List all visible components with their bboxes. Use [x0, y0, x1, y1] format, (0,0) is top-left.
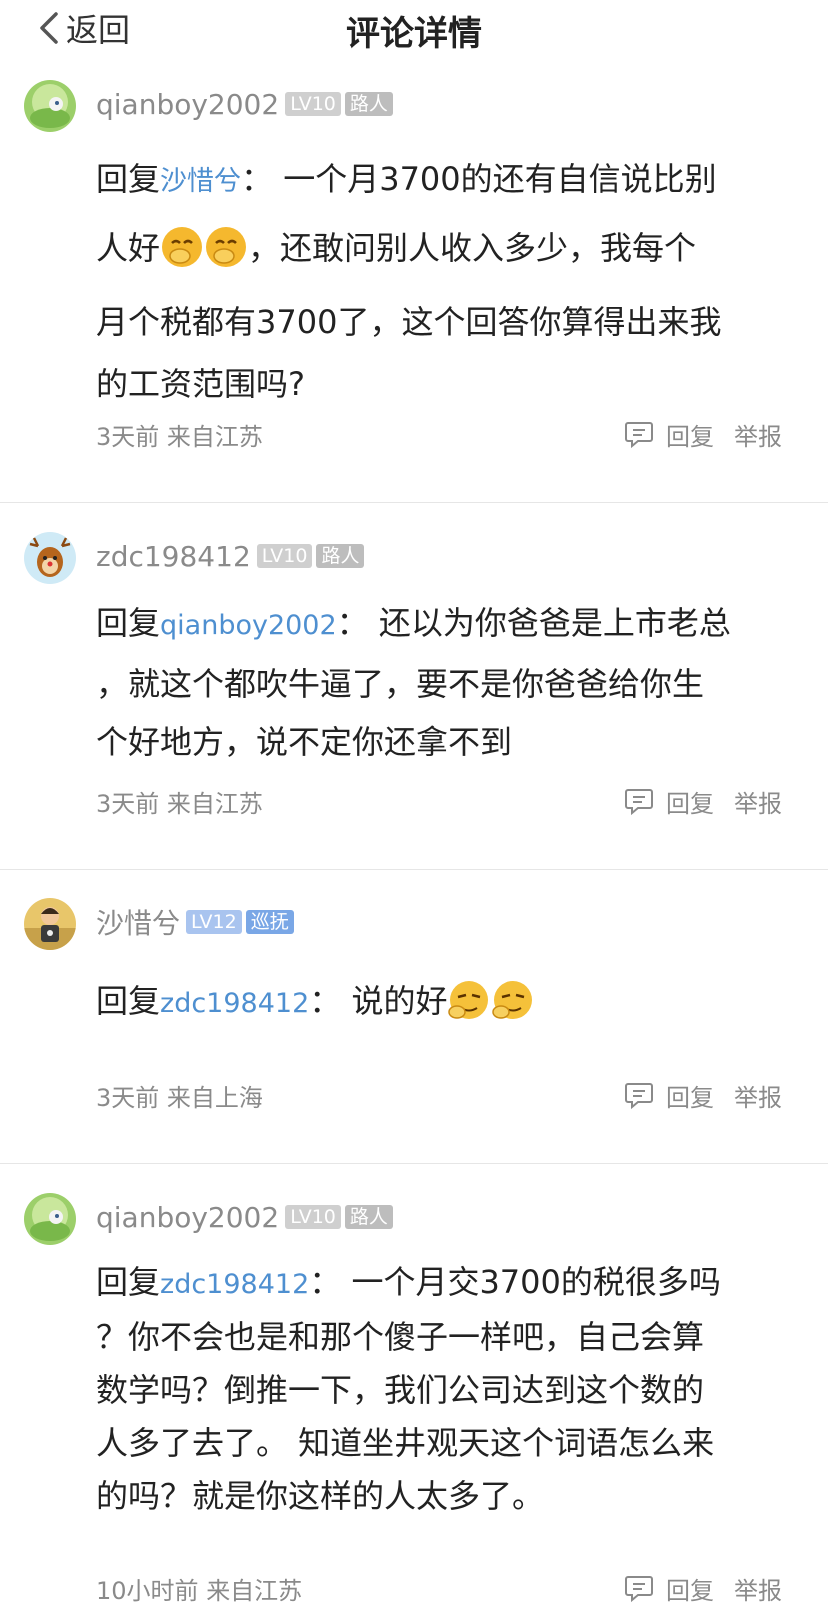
timestamp: 3天前: [96, 422, 160, 451]
comment-bubble-icon: [625, 1576, 653, 1603]
reply-prefix: 回复: [96, 604, 161, 642]
reply-label: 回复: [666, 1576, 714, 1605]
time-location: 3天前 来自江苏: [96, 417, 263, 452]
reply-prefix: 回复: [96, 982, 161, 1020]
role-badge: 路人: [344, 1205, 393, 1229]
comment-text-line: ，还敢问别人收入多少，我每个: [248, 229, 697, 267]
level-badge: LV12: [186, 910, 242, 934]
comment-text-line: ，就这个都吹牛逼了，要不是你爸爸给你生: [96, 665, 705, 703]
comment-text-line: 个好地方，说不定你还拿不到: [96, 723, 513, 761]
reply-label: 回复: [666, 1083, 714, 1112]
report-button[interactable]: 举报: [734, 1078, 782, 1113]
avatar[interactable]: [24, 898, 76, 950]
comment-bubble-icon: [625, 1083, 653, 1110]
mention-link[interactable]: qianboy2002: [160, 610, 337, 641]
mention-link[interactable]: zdc198412: [160, 988, 309, 1019]
comment-meta: qianboy2002 LV10 路人: [96, 1197, 393, 1237]
comment-footer: 3天前 来自上海 回复 举报: [96, 1075, 782, 1115]
reply-button[interactable]: 回复: [624, 1078, 714, 1113]
location: 来自上海: [166, 1083, 263, 1112]
level-badge: LV10: [285, 1205, 341, 1229]
username[interactable]: zdc198412: [96, 540, 251, 573]
divider: [0, 502, 828, 503]
mention-link[interactable]: 沙惜兮: [160, 166, 241, 197]
reply-button[interactable]: 回复: [624, 1571, 714, 1606]
timestamp: 3天前: [96, 789, 160, 818]
facepalm-emoji-icon: [492, 981, 533, 1019]
comment-text-line: 一个月交3700的税很多吗: [351, 1263, 721, 1301]
comment-bubble-icon: [625, 789, 653, 816]
comment-text-line: 的工资范围吗?: [96, 365, 305, 403]
comment-footer: 3天前 来自江苏 回复 举报: [96, 781, 782, 821]
report-button[interactable]: 举报: [734, 1571, 782, 1606]
comment-text-line: 说的好: [351, 982, 448, 1020]
comment-body: 回复zdc198412： 一个月交3700的税很多吗 ？你不会也是和那个傻子一样…: [96, 1256, 776, 1523]
timestamp: 3天前: [96, 1083, 160, 1112]
reply-prefix: 回复: [96, 1263, 161, 1301]
giggle-emoji-icon: [162, 227, 203, 267]
giggle-emoji-icon: [206, 227, 247, 267]
comment-bubble-icon: [625, 422, 653, 449]
level-badge: LV10: [285, 92, 341, 116]
facepalm-emoji-icon: [448, 981, 489, 1019]
reply-button[interactable]: 回复: [624, 784, 714, 819]
top-bar: 返回 评论详情: [0, 0, 828, 58]
role-badge: 路人: [316, 544, 365, 568]
avatar[interactable]: [24, 80, 76, 132]
comment-body: 回复沙惜兮： 一个月3700的还有自信说比别 人好 ，还敢问别人收入多少，我每个 …: [96, 148, 776, 415]
reply-label: 回复: [666, 422, 714, 451]
username[interactable]: qianboy2002: [96, 1201, 279, 1234]
comment-body: 回复zdc198412： 说的好: [96, 972, 776, 1033]
time-location: 3天前 来自江苏: [96, 784, 263, 819]
reply-button[interactable]: 回复: [624, 417, 714, 452]
reply-colon: ：: [309, 982, 342, 1020]
divider: [0, 1163, 828, 1164]
comment-text-line: 人好: [96, 229, 161, 267]
avatar[interactable]: [24, 1193, 76, 1245]
avatar[interactable]: [24, 532, 76, 584]
comment-text-line: 数学吗？倒推一下，我们公司达到这个数的: [96, 1371, 705, 1409]
comment-text-line: ？你不会也是和那个傻子一样吧，自己会算: [96, 1318, 705, 1356]
comment-meta: zdc198412 LV10 路人: [96, 536, 365, 576]
timestamp: 10小时前: [96, 1576, 199, 1605]
location: 来自江苏: [166, 789, 263, 818]
comment-meta: qianboy2002 LV10 路人: [96, 84, 393, 124]
role-badge: 路人: [344, 92, 393, 116]
comment-body: 回复qianboy2002： 还以为你爸爸是上市老总 ，就这个都吹牛逼了，要不是…: [96, 594, 776, 771]
mention-link[interactable]: zdc198412: [160, 1269, 309, 1300]
comment-footer: 3天前 来自江苏 回复 举报: [96, 414, 782, 454]
divider: [0, 869, 828, 870]
location: 来自江苏: [206, 1576, 303, 1605]
comment-meta: 沙惜兮 LV12 巡抚: [96, 902, 294, 942]
comment-text-line: 月个税都有3700了，这个回答你算得出来我: [96, 303, 722, 341]
comment-text-line: 的吗？就是你这样的人太多了。: [96, 1477, 545, 1515]
level-badge: LV10: [256, 544, 313, 568]
comment-text-line: 人多了去了。 知道坐井观天这个词语怎么来: [96, 1424, 715, 1462]
reply-colon: ：: [241, 160, 274, 198]
reply-colon: ：: [336, 604, 369, 642]
page-title: 评论详情: [346, 14, 482, 54]
time-location: 3天前 来自上海: [96, 1078, 263, 1113]
reply-label: 回复: [666, 789, 714, 818]
username[interactable]: qianboy2002: [96, 88, 279, 121]
role-badge: 巡抚: [245, 910, 294, 934]
report-button[interactable]: 举报: [734, 417, 782, 452]
comment-text-line: 一个月3700的还有自信说比别: [283, 160, 717, 198]
location: 来自江苏: [166, 422, 263, 451]
username[interactable]: 沙惜兮: [96, 902, 180, 942]
comment-text-line: 还以为你爸爸是上市老总: [378, 604, 731, 642]
reply-colon: ：: [309, 1263, 342, 1301]
comment-footer: 10小时前 来自江苏 回复 举报: [96, 1568, 782, 1608]
report-button[interactable]: 举报: [734, 784, 782, 819]
reply-prefix: 回复: [96, 160, 161, 198]
time-location: 10小时前 来自江苏: [96, 1571, 302, 1606]
